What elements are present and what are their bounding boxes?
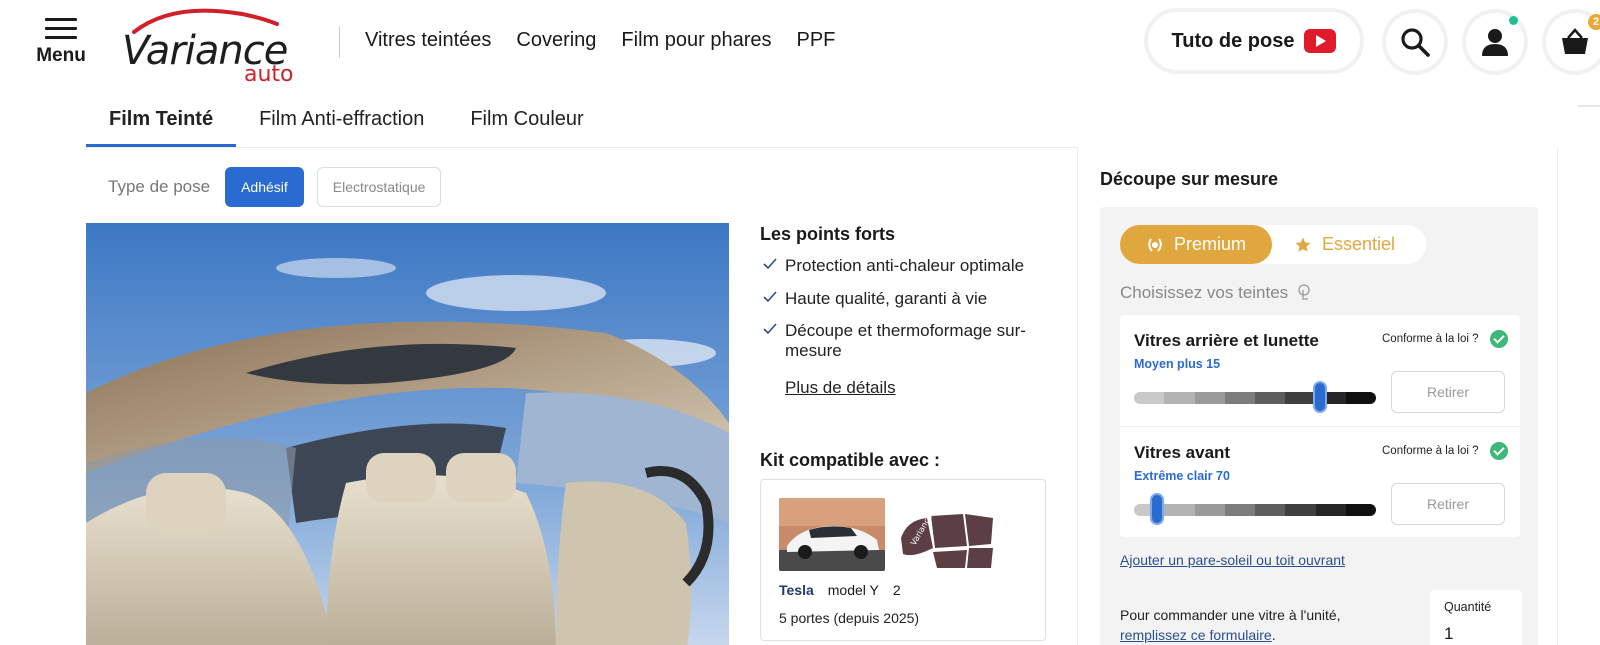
product-image[interactable] [86,223,729,645]
tint-row-front: Vitres avant Extrême clair 70 Conforme à… [1120,426,1520,536]
tuto-button[interactable]: Tuto de pose [1148,12,1360,70]
tint-window-name: Vitres avant [1134,443,1231,462]
remove-button[interactable]: Retirer [1391,483,1505,525]
tint-level: Moyen plus 15 [1134,357,1221,371]
custom-cut-panel: Découpe sur mesure Premium Essentiel Cho… [1077,147,1558,645]
tap-icon [1298,284,1310,300]
tint-slider-handle[interactable] [1150,493,1165,525]
kit-model: model Y [827,582,879,598]
quantity-label: Quantité [1444,600,1492,614]
star-icon [1295,237,1311,252]
youtube-icon [1304,29,1337,53]
tint-level: Extrême clair 70 [1134,469,1230,483]
account-button[interactable] [1466,13,1524,71]
kit-doors-count: 2 [892,582,901,598]
check-icon [763,323,777,335]
check-icon [763,291,777,302]
points-forts-title: Les points forts [760,224,896,244]
tint-slider-handle[interactable] [1312,381,1327,413]
pose-adhesif-button[interactable]: Adhésif [225,167,304,207]
quantity-value[interactable]: 1 [1444,624,1453,644]
nav-ppf[interactable]: PPF [796,29,835,52]
nav-covering[interactable]: Covering [516,29,596,52]
tuto-label: Tuto de pose [1171,29,1295,52]
list-item: Haute qualité, garanti à vie [760,289,1050,309]
add-sunshade-link[interactable]: Ajouter un pare-soleil ou toit ouvrant [1120,552,1345,568]
tab-film-anti-effraction[interactable]: Film Anti-effraction [236,94,447,145]
menu-button[interactable]: Menu [30,14,92,70]
header-divider [339,26,340,58]
points-forts-list: Protection anti-chaleur optimale Haute q… [760,256,1050,373]
list-item: Protection anti-chaleur optimale [760,256,1050,276]
tint-row-rear: Vitres arrière et lunette Moyen plus 15 … [1120,315,1520,425]
law-compliance-text[interactable]: Conforme à la loi ? [1382,445,1479,457]
unit-order-form-link[interactable]: remplissez ce formulaire [1120,627,1272,643]
range-essentiel-button[interactable]: Essentiel [1294,225,1395,264]
menu-label: Menu [36,45,86,66]
range-premium-label: Premium [1173,234,1246,254]
main-nav: Vitres teintées Covering Film pour phare… [365,29,835,52]
choose-tints: Choisissez vos teintes [1120,283,1312,303]
range-premium-button[interactable]: Premium [1120,225,1272,264]
pose-electrostatique-button[interactable]: Electrostatique [316,167,442,207]
nav-vitres-teintees[interactable]: Vitres teintées [365,29,491,52]
pose-type-selector: Type de pose Adhésif Electrostatique [108,167,442,207]
cart-count-badge: 2 [1588,14,1600,30]
unit-order-period: . [1271,627,1276,644]
user-icon [1482,29,1508,56]
tint-pattern-image: Variance [893,498,999,571]
kit-brand: Tesla [779,582,814,598]
unit-order-label: Pour commander une vitre à l'unité, [1120,607,1341,623]
nav-film-phares[interactable]: Film pour phares [621,29,771,52]
car-photo [779,498,885,571]
custom-cut-title: Découpe sur mesure [1100,169,1279,189]
notification-dot [1509,16,1518,25]
tint-slider-track[interactable] [1134,392,1376,404]
range-toggle: Premium Essentiel [1120,225,1426,264]
custom-cut-box: Premium Essentiel Choisissez vos teintes… [1100,207,1538,645]
search-button[interactable] [1386,13,1444,71]
tab-film-teinte[interactable]: Film Teinté [86,94,237,147]
tint-window-name: Vitres arrière et lunette [1134,331,1319,350]
list-item: Découpe et thermoformage sur-mesure [760,321,1050,360]
car-interior-illustration [86,223,729,645]
logo-subtext: auto [244,62,294,87]
edge-divider [1578,105,1600,107]
kit-card[interactable]: Variance Tesla model Y 2 5 portes (depui… [760,479,1046,641]
point-text: Découpe et thermoformage sur-mesure [785,321,1026,360]
kit-title: Kit compatible avec : [760,450,941,470]
kit-variant: 5 portes (depuis 2025) [779,610,920,626]
law-compliance-text[interactable]: Conforme à la loi ? [1382,333,1479,345]
unit-order-text: Pour commander une vitre à l'unité, remp… [1120,605,1380,645]
tab-film-couleur[interactable]: Film Couleur [447,94,606,145]
kit-vehicle-line: Tesla model Y 2 [779,582,901,598]
search-icon [1401,28,1430,57]
logo[interactable]: Variance auto [122,8,302,87]
tint-slider-track[interactable] [1134,504,1376,516]
menu-icon [45,18,77,39]
more-details-link[interactable]: Plus de détails [785,378,896,398]
point-text: Haute qualité, garanti à vie [785,288,988,308]
quantity-field[interactable]: Quantité 1 [1430,590,1522,645]
remove-button[interactable]: Retirer [1391,371,1505,413]
tint-selection-card: Vitres arrière et lunette Moyen plus 15 … [1120,315,1520,537]
check-circle-icon [1490,442,1508,460]
choose-tints-label: Choisissez vos teintes [1120,283,1289,302]
cart-button[interactable]: 2 [1546,13,1600,71]
basket-icon [1562,28,1588,54]
pose-type-label: Type de pose [108,177,211,196]
laurel-icon [1148,237,1162,252]
check-icon [763,258,777,270]
product-tabs: Film Teinté Film Anti-effraction Film Co… [86,94,607,147]
point-text: Protection anti-chaleur optimale [785,256,1025,275]
check-circle-icon [1490,330,1508,348]
range-essentiel-label: Essentiel [1322,234,1396,254]
